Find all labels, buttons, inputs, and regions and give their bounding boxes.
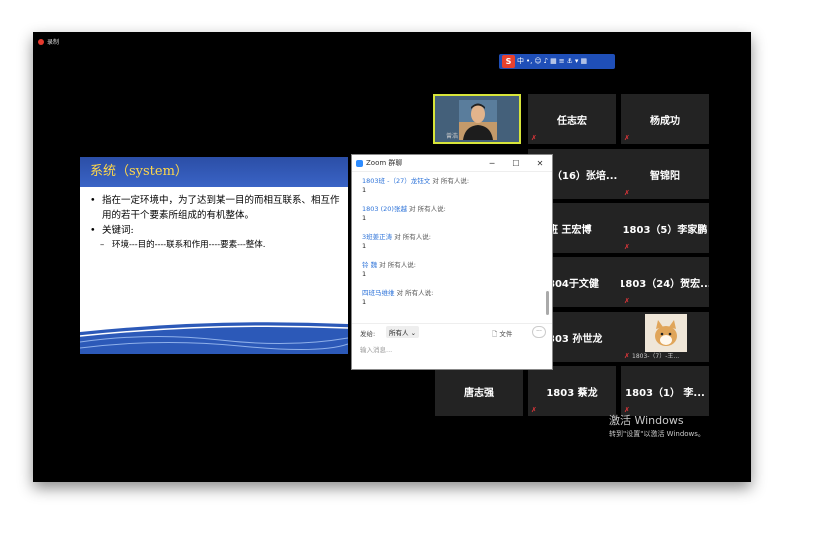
message-text: 1 xyxy=(362,242,367,250)
message-recipient: 对 所有人说: xyxy=(379,261,416,269)
chat-message: 1803 (20)张越 对 所有人说: 1 xyxy=(362,205,542,233)
participant-name: 1803 蔡龙 xyxy=(546,387,598,399)
mic-muted-icon: ✗ xyxy=(624,297,630,305)
message-recipient: 对 所有人说: xyxy=(432,177,470,185)
message-sender[interactable]: 1803 (20)张越 xyxy=(362,205,407,213)
mic-muted-icon: ✗ xyxy=(531,406,537,414)
message-text: 1 xyxy=(362,214,367,222)
ime-toolbar[interactable]: S 中 •, ☺ ♪ ▦ ≡ ⚓ ▾ ▦ xyxy=(499,54,615,69)
recording-label: 录制 xyxy=(47,39,60,46)
message-text: 1 xyxy=(362,270,367,278)
ime-emoji-icon[interactable]: ☺ xyxy=(534,55,541,68)
chat-window[interactable]: Zoom 群聊 ─ ☐ ✕ 1803班 -（27）龙钰文 对 所有人说: 1 1… xyxy=(351,154,553,370)
chat-message: 四班马维维 对 所有人说: 1 xyxy=(362,289,542,317)
participant-name: 1803（1） 李... xyxy=(625,387,705,399)
participant-name: 1803-（7）-王... xyxy=(632,353,680,360)
more-options-icon[interactable]: ··· xyxy=(532,326,546,338)
mic-muted-icon: ✗ xyxy=(624,134,630,142)
participant-tile[interactable]: 1803 蔡龙 ✗ xyxy=(528,366,616,416)
slide-body: 指在一定环境中，为了达到某一目的而相互联系、相互作用的若干个要素所组成的有机整体… xyxy=(90,193,340,253)
message-text: 1 xyxy=(362,298,367,306)
participant-name: 唐志强 xyxy=(464,387,494,399)
ime-mode-item[interactable]: 中 xyxy=(517,55,524,68)
mic-muted-icon: ✗ xyxy=(624,189,630,197)
record-icon xyxy=(38,38,44,45)
ime-voice-icon[interactable]: ♪ xyxy=(544,55,548,68)
watermark-title: 激活 Windows xyxy=(609,414,684,427)
chat-message: 3班姜正涛 对 所有人说: 1 xyxy=(362,233,542,261)
participant-tile[interactable]: 杨成功 ✗ xyxy=(621,94,709,144)
participant-name: 1803（24）贺宏... xyxy=(621,278,709,290)
message-recipient: 对 所有人说: xyxy=(396,289,434,297)
ime-punct-item[interactable]: •, xyxy=(526,55,532,68)
participant-name: （16）张培... xyxy=(552,170,618,182)
ime-grid-icon[interactable]: ▦ xyxy=(580,55,587,68)
mic-muted-icon: ✗ xyxy=(531,134,537,142)
participant-tile-self[interactable]: 曾浩 xyxy=(433,94,521,144)
shared-slide: 系统（system） 指在一定环境中，为了达到某一目的而相互联系、相互作用的若干… xyxy=(80,157,348,354)
zoom-icon xyxy=(356,159,363,167)
message-text: 1 xyxy=(362,186,367,194)
chat-titlebar[interactable]: Zoom 群聊 ─ ☐ ✕ xyxy=(352,155,552,172)
participant-tile[interactable]: 1803（1） 李... ✗ xyxy=(621,366,709,416)
participant-name: 杨成功 xyxy=(650,115,680,127)
participant-name: 303 孙世龙 xyxy=(548,333,603,345)
file-icon: 🗋 xyxy=(492,330,498,338)
message-sender[interactable]: 1803班 -（27）龙钰文 xyxy=(362,177,430,185)
recording-indicator: 录制 xyxy=(38,37,59,46)
ime-skin-icon[interactable]: ▾ xyxy=(575,55,579,68)
participant-name: 班 王宏博 xyxy=(548,224,592,236)
ime-menu-icon[interactable]: ≡ xyxy=(559,55,565,68)
cat-avatar-icon xyxy=(645,314,687,352)
slide-bullet: 指在一定环境中，为了达到某一目的而相互联系、相互作用的若干个要素所组成的有机整体… xyxy=(90,193,340,223)
mic-muted-icon: ✗ xyxy=(624,243,630,251)
participant-tile[interactable]: 智锦阳 ✗ xyxy=(621,149,709,199)
close-icon[interactable]: ✕ xyxy=(528,159,552,168)
send-to-dropdown[interactable]: 所有人 ⌄ xyxy=(386,326,420,338)
sogou-logo-icon[interactable]: S xyxy=(502,55,515,68)
chat-message-list[interactable]: 1803班 -（27）龙钰文 对 所有人说: 1 1803 (20)张越 对 所… xyxy=(362,177,542,317)
participant-tile[interactable]: 1803-（7）-王... ✗ xyxy=(621,312,709,362)
participant-name: 1803（5）李家鹏 xyxy=(622,224,708,236)
send-to-label: 发给: xyxy=(360,330,376,338)
participant-tile[interactable]: 1803（5）李家鹏 ✗ xyxy=(621,203,709,253)
message-sender[interactable]: 铃 魏 xyxy=(362,261,377,269)
chat-message: 1803班 -（27）龙钰文 对 所有人说: 1 xyxy=(362,177,542,205)
zoom-meeting-screen: 录制 S 中 •, ☺ ♪ ▦ ≡ ⚓ ▾ ▦ 曾浩 任志宏 ✗ 杨成功 ✗ （… xyxy=(33,32,751,482)
chat-message: 铃 魏 对 所有人说: 1 xyxy=(362,261,542,289)
mic-muted-icon: ✗ xyxy=(624,352,630,360)
participant-name: 曾浩 xyxy=(446,133,459,140)
participant-name: 智锦阳 xyxy=(650,170,680,182)
chat-title: Zoom 群聊 xyxy=(366,159,403,167)
watermark-subtitle: 转到"设置"以激活 Windows。 xyxy=(609,430,705,438)
windows-activation-watermark: 激活 Windows 转到"设置"以激活 Windows。 xyxy=(609,412,705,439)
participant-tile[interactable]: 唐志强 xyxy=(435,366,523,416)
minimize-icon[interactable]: ─ xyxy=(480,159,504,168)
message-recipient: 对 所有人说: xyxy=(394,233,431,241)
chat-scrollbar[interactable] xyxy=(546,291,549,315)
slide-sub-bullet: 环境---目的----联系和作用----要素---整体. xyxy=(90,238,340,253)
participant-name: 任志宏 xyxy=(557,115,587,127)
participant-name: 804于文健 xyxy=(548,278,599,290)
message-recipient: 对 所有人说: xyxy=(409,205,446,213)
message-sender[interactable]: 3班姜正涛 xyxy=(362,233,392,241)
participant-tile[interactable]: 任志宏 ✗ xyxy=(528,94,616,144)
participant-video-icon xyxy=(459,100,497,140)
chat-message-input[interactable]: 输入消息... xyxy=(360,344,392,354)
ime-keyboard-icon[interactable]: ▦ xyxy=(550,55,557,68)
participant-tile[interactable]: 1803（24）贺宏... ✗ xyxy=(621,257,709,307)
chat-footer: 发给: 所有人 ⌄ 🗋 文件 ··· 输入消息... xyxy=(352,323,552,370)
file-button[interactable]: 🗋 文件 xyxy=(492,328,512,341)
maximize-icon[interactable]: ☐ xyxy=(504,159,528,168)
slide-bullet: 关键词: xyxy=(90,223,340,238)
file-label: 文件 xyxy=(499,330,513,338)
slide-title: 系统（system） xyxy=(80,157,348,187)
ime-tools-icon[interactable]: ⚓ xyxy=(567,55,573,68)
message-sender[interactable]: 四班马维维 xyxy=(362,289,395,297)
slide-wave-decoration xyxy=(80,322,348,354)
